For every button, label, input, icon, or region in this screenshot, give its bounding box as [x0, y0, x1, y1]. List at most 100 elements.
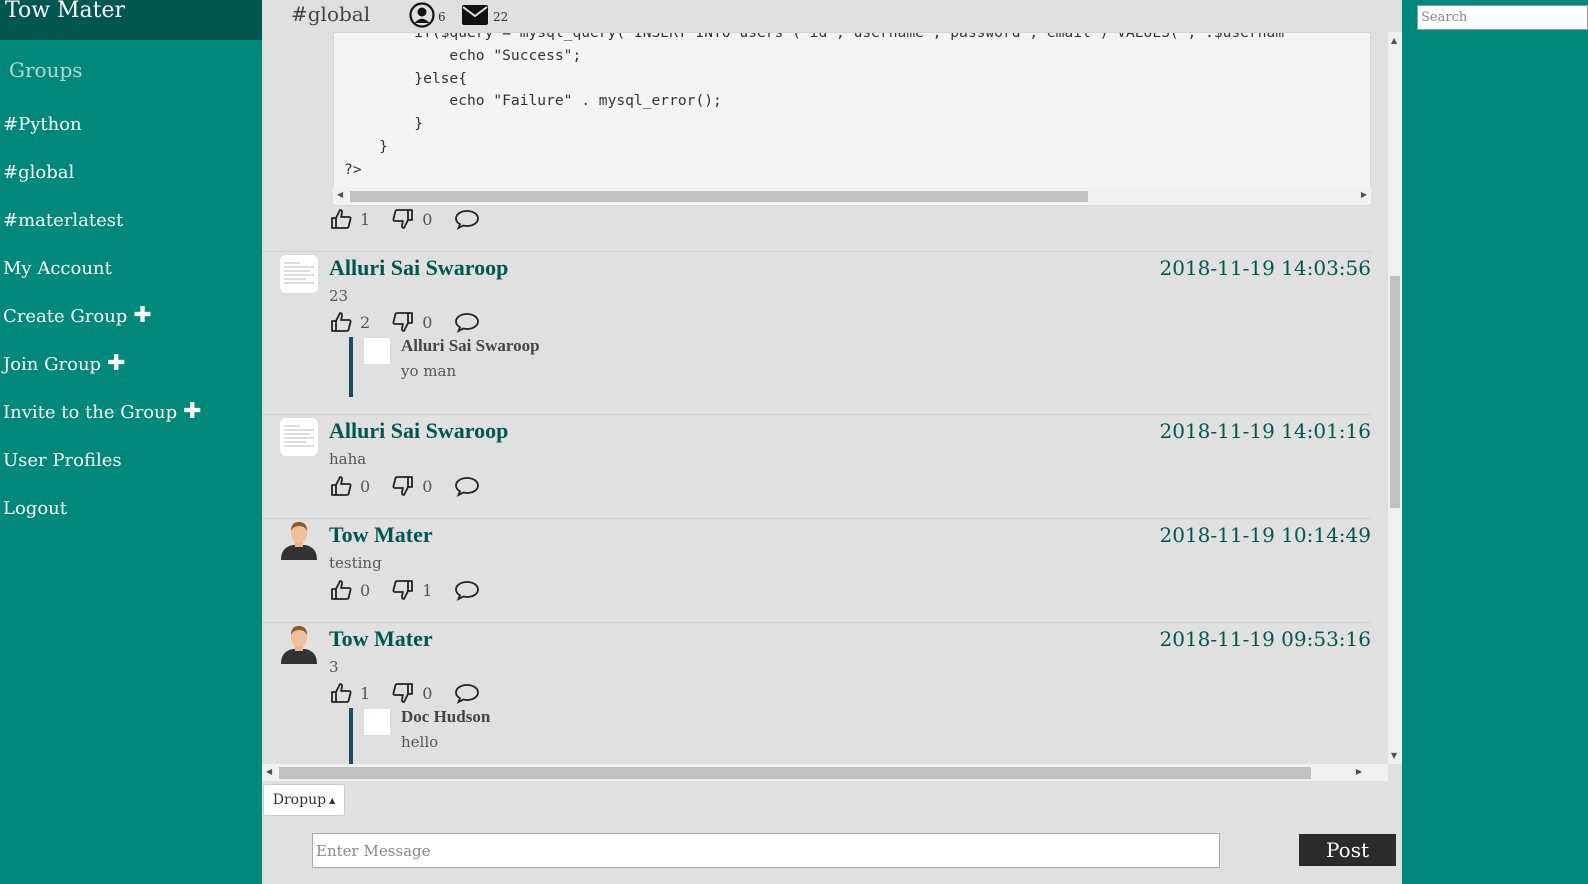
like-button[interactable]	[330, 682, 352, 704]
sidebar-item-my-account[interactable]: My Account	[0, 258, 262, 306]
thumbs-down-icon	[392, 580, 414, 600]
dropup-button[interactable]: Dropup ▲	[263, 784, 345, 816]
scroll-right-arrow-icon[interactable]: ▶	[1361, 190, 1367, 199]
reply-author[interactable]: Alluri Sai Swaroop	[401, 336, 540, 356]
sidebar-item-materlatest[interactable]: #materlatest	[0, 210, 262, 258]
like-button[interactable]	[330, 311, 352, 333]
comment-icon	[455, 210, 480, 230]
like-count: 2	[360, 312, 371, 332]
reply-text: yo man	[401, 362, 457, 380]
sidebar-item-label: User Profiles	[3, 450, 122, 471]
feed-vertical-scrollbar[interactable]: ▲ ▼	[1388, 32, 1402, 764]
post-button[interactable]: Post	[1299, 834, 1396, 866]
dislike-button[interactable]	[392, 579, 414, 601]
dislike-button[interactable]	[392, 311, 414, 333]
like-count: 1	[360, 209, 371, 229]
scroll-down-arrow-icon[interactable]: ▼	[1391, 751, 1397, 760]
post-timestamp: 2018-11-19 10:14:49	[1159, 523, 1372, 547]
current-user-name: Tow Mater	[0, 0, 262, 40]
comment-button[interactable]	[454, 475, 480, 497]
document-avatar	[279, 254, 319, 294]
comment-icon	[455, 477, 480, 497]
divider	[262, 622, 1371, 623]
dislike-button[interactable]	[392, 475, 414, 497]
sidebar-item-label: #global	[3, 162, 75, 183]
document-avatar	[363, 337, 391, 365]
feed-horizontal-scrollbar[interactable]: ◀ ▶	[262, 764, 1388, 781]
like-count: 0	[360, 580, 371, 600]
comment-button[interactable]	[454, 682, 480, 704]
code-horizontal-scrollbar[interactable]: ◀ ▶	[333, 187, 1371, 204]
search-input[interactable]	[1417, 5, 1588, 30]
message-feed[interactable]: if($query = mysql_query( INSERT INTO use…	[262, 32, 1387, 764]
scrollbar-thumb[interactable]	[1390, 276, 1400, 508]
sidebar-item-logout[interactable]: Logout	[0, 498, 262, 546]
sidebar: Tow Mater Groups #Python #global #materl…	[0, 0, 262, 884]
caret-up-icon: ▲	[329, 795, 336, 805]
post-timestamp: 2018-11-19 09:53:16	[1159, 627, 1372, 651]
comment-button[interactable]	[454, 579, 480, 601]
sidebar-item-label: My Account	[3, 258, 112, 279]
sidebar-item-label: Create Group	[3, 306, 128, 327]
reply-author[interactable]: Doc Hudson	[401, 707, 490, 727]
comment-button[interactable]	[454, 208, 480, 230]
scroll-right-arrow-icon[interactable]: ▶	[1356, 767, 1362, 776]
comment-icon	[455, 313, 480, 333]
person-avatar	[279, 520, 319, 560]
post-text: haha	[329, 450, 367, 468]
scroll-left-arrow-icon[interactable]: ◀	[266, 767, 272, 776]
thumbs-up-icon	[331, 209, 352, 229]
like-button[interactable]	[330, 208, 352, 230]
like-button[interactable]	[330, 579, 352, 601]
post-actions: 2 0	[330, 310, 480, 334]
envelope-icon[interactable]	[462, 5, 488, 29]
post-actions: 0 0	[330, 474, 480, 498]
scroll-up-arrow-icon[interactable]: ▲	[1391, 36, 1397, 45]
dislike-button[interactable]	[392, 682, 414, 704]
person-avatar	[279, 624, 319, 664]
sidebar-item-label: Logout	[3, 498, 67, 519]
post-actions: 1 0	[330, 207, 480, 231]
code-text: if($query = mysql_query( INSERT INTO use…	[344, 32, 1285, 178]
like-count: 0	[360, 476, 371, 496]
scrollbar-thumb[interactable]	[350, 191, 1088, 202]
post-author[interactable]: Tow Mater	[329, 522, 433, 548]
plus-icon: ✚	[107, 351, 126, 376]
thumbs-up-icon	[331, 580, 352, 600]
code-snippet[interactable]: if($query = mysql_query( INSERT INTO use…	[333, 32, 1371, 206]
comment-button[interactable]	[454, 311, 480, 333]
plus-icon: ✚	[183, 399, 202, 424]
post-text: 23	[329, 287, 349, 305]
thumbs-down-icon	[392, 683, 414, 703]
plus-icon: ✚	[133, 303, 152, 328]
post-timestamp: 2018-11-19 14:01:16	[1159, 419, 1372, 443]
sidebar-item-global[interactable]: #global	[0, 162, 262, 210]
thumbs-down-icon	[392, 476, 414, 496]
divider	[262, 518, 1371, 519]
sidebar-item-join-group[interactable]: Join Group ✚	[0, 351, 262, 402]
post-text: 3	[329, 658, 339, 676]
sidebar-item-create-group[interactable]: Create Group ✚	[0, 303, 262, 354]
user-circle-icon[interactable]	[409, 2, 435, 32]
thumbs-down-icon	[392, 209, 414, 229]
message-input[interactable]	[312, 833, 1220, 868]
dislike-count: 0	[422, 209, 433, 229]
scrollbar-thumb[interactable]	[279, 767, 1311, 779]
sidebar-item-python[interactable]: #Python	[0, 114, 262, 162]
thumbs-down-icon	[392, 312, 414, 332]
post-author[interactable]: Tow Mater	[329, 626, 433, 652]
reply: Doc Hudson hello	[349, 707, 490, 764]
dislike-button[interactable]	[392, 208, 414, 230]
post-author[interactable]: Alluri Sai Swaroop	[329, 418, 508, 444]
post-author[interactable]: Alluri Sai Swaroop	[329, 255, 508, 281]
scroll-left-arrow-icon[interactable]: ◀	[337, 190, 343, 199]
sidebar-item-invite-to-group[interactable]: Invite to the Group ✚	[0, 399, 262, 450]
divider	[262, 251, 1371, 252]
sidebar-item-user-profiles[interactable]: User Profiles	[0, 450, 262, 498]
like-button[interactable]	[330, 475, 352, 497]
divider	[262, 414, 1371, 415]
thumbs-up-icon	[331, 683, 352, 703]
post-timestamp: 2018-11-19 14:03:56	[1159, 256, 1372, 280]
post-actions: 0 1	[330, 578, 480, 602]
comment-icon	[455, 684, 480, 704]
